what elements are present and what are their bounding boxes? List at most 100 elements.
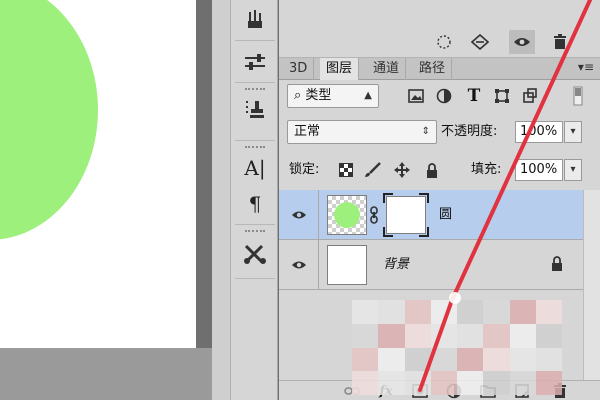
shape-filter-icon xyxy=(495,89,509,103)
mosaic-tile xyxy=(430,323,457,348)
lock-move-icon xyxy=(394,162,410,178)
convert-button[interactable] xyxy=(467,30,493,54)
character-panel-button[interactable]: A| xyxy=(239,154,271,182)
brushes-panel-button[interactable] xyxy=(239,6,271,34)
fill-input[interactable]: 100% xyxy=(515,159,563,181)
layer-mask-thumbnail[interactable] xyxy=(386,196,426,234)
layer-row-background[interactable]: 背景 xyxy=(279,240,583,290)
mosaic-tile xyxy=(430,300,457,324)
mask-link-icon[interactable] xyxy=(369,206,379,228)
layer-name[interactable]: 圆 xyxy=(439,190,452,239)
delete-button[interactable] xyxy=(547,30,573,54)
eye-icon xyxy=(514,38,530,46)
clone-stamp-icon xyxy=(246,101,264,118)
mosaic-tile xyxy=(404,300,431,324)
fill-slider-toggle[interactable]: ▾ xyxy=(564,159,582,181)
layer-name[interactable]: 背景 xyxy=(383,240,409,289)
mosaic-tile xyxy=(352,323,379,348)
panel-tabbar: 3D 图层 通道 路径 ▾≡ xyxy=(279,58,600,80)
layer-lock-indicator xyxy=(551,256,563,275)
lock-all-icon xyxy=(427,162,437,178)
mosaic-tile xyxy=(535,323,562,348)
layer-visibility-toggle[interactable] xyxy=(279,190,319,239)
lock-brush-icon xyxy=(365,162,381,177)
lock-transparent-icon xyxy=(339,163,353,177)
document-canvas[interactable] xyxy=(0,0,196,348)
character-icon: A| xyxy=(244,156,266,180)
tool-presets-panel-button[interactable] xyxy=(239,240,271,268)
mosaic-tile xyxy=(378,323,405,348)
mosaic-tile xyxy=(483,300,510,324)
layers-scrollbar[interactable] xyxy=(583,190,600,380)
canvas-scroll-gutter xyxy=(212,0,230,400)
search-icon: ⌕ xyxy=(294,88,302,103)
chevron-updown-icon: ⇕ xyxy=(421,126,430,137)
filter-kind-value: 类型 xyxy=(305,88,332,103)
eye-icon xyxy=(291,211,306,218)
mosaic-tile xyxy=(404,347,431,372)
mosaic-tile xyxy=(378,347,405,372)
opacity-label: 不透明度: xyxy=(441,124,498,139)
opacity-slider-toggle[interactable]: ▾ xyxy=(564,121,582,143)
clone-source-panel-button[interactable] xyxy=(239,96,271,124)
panel-dock-column: A| ¶ xyxy=(230,0,278,400)
canvas-pasteboard xyxy=(0,348,212,400)
filter-toggle-icon xyxy=(573,86,583,106)
panel-top-strip xyxy=(279,0,600,28)
layer-thumbnail[interactable] xyxy=(327,195,367,235)
adjustments-panel-button[interactable] xyxy=(239,48,271,76)
opacity-input[interactable]: 100% xyxy=(515,121,563,143)
mosaic-tile xyxy=(457,371,484,395)
brushes-icon xyxy=(248,10,262,28)
filter-adjustment-layers-button[interactable] xyxy=(433,85,455,107)
lock-transparent-pixels-button[interactable] xyxy=(335,159,357,181)
tab-channels[interactable]: 通道 xyxy=(367,58,407,80)
mosaic-tile xyxy=(509,323,536,348)
paragraph-icon: ¶ xyxy=(248,192,262,216)
layer-filter-kind-dropdown[interactable]: ⌕ 类型 ▲ xyxy=(287,84,379,108)
tab-3d[interactable]: 3D xyxy=(283,58,315,80)
fill-label: 填充: xyxy=(471,162,502,177)
thumbnail-green-circle xyxy=(334,202,360,228)
mosaic-tile xyxy=(535,371,562,395)
mosaic-tile xyxy=(430,347,457,372)
filter-toggle-switch[interactable] xyxy=(571,85,585,107)
filter-smart-objects-button[interactable] xyxy=(519,85,541,107)
blend-mode-dropdown[interactable]: 正常 ⇕ xyxy=(287,120,437,144)
mosaic-tile xyxy=(352,300,379,324)
lock-all-button[interactable] xyxy=(421,159,443,181)
filter-type-layers-button[interactable]: T xyxy=(463,85,485,107)
lock-label: 锁定: xyxy=(289,162,320,177)
mosaic-tile xyxy=(404,371,431,395)
mosaic-tile xyxy=(404,323,431,348)
tab-paths[interactable]: 路径 xyxy=(413,58,453,80)
adjustment-filter-icon xyxy=(436,88,452,104)
lock-icon xyxy=(552,256,562,271)
mosaic-tile xyxy=(457,300,484,324)
pixelated-watermark-area xyxy=(352,300,562,395)
layer-thumbnail[interactable] xyxy=(327,245,367,285)
toggle-visibility-button[interactable] xyxy=(509,30,535,54)
mosaic-tile xyxy=(509,371,536,395)
paragraph-panel-button[interactable]: ¶ xyxy=(239,190,271,218)
mosaic-tile xyxy=(483,347,510,372)
mosaic-tile xyxy=(457,347,484,372)
tab-layers[interactable]: 图层 xyxy=(320,58,360,80)
type-filter-icon: T xyxy=(467,86,481,106)
lock-position-button[interactable] xyxy=(391,159,413,181)
tool-presets-icon xyxy=(244,244,266,264)
selection-button[interactable] xyxy=(431,30,457,54)
trash-icon xyxy=(554,34,566,49)
image-filter-icon xyxy=(408,89,424,103)
filter-pixel-layers-button[interactable] xyxy=(405,85,427,107)
panel-menu-icon[interactable]: ▾≡ xyxy=(578,60,594,74)
layer-row-circle[interactable]: 圆 xyxy=(279,190,583,240)
blend-mode-value: 正常 xyxy=(294,124,321,139)
mosaic-tile xyxy=(378,371,405,395)
lock-image-pixels-button[interactable] xyxy=(361,159,383,181)
canvas-area[interactable] xyxy=(0,0,230,400)
mosaic-tile xyxy=(535,347,562,372)
layer-visibility-toggle[interactable] xyxy=(279,240,319,289)
filter-shape-layers-button[interactable] xyxy=(491,85,513,107)
eye-icon xyxy=(291,261,306,268)
